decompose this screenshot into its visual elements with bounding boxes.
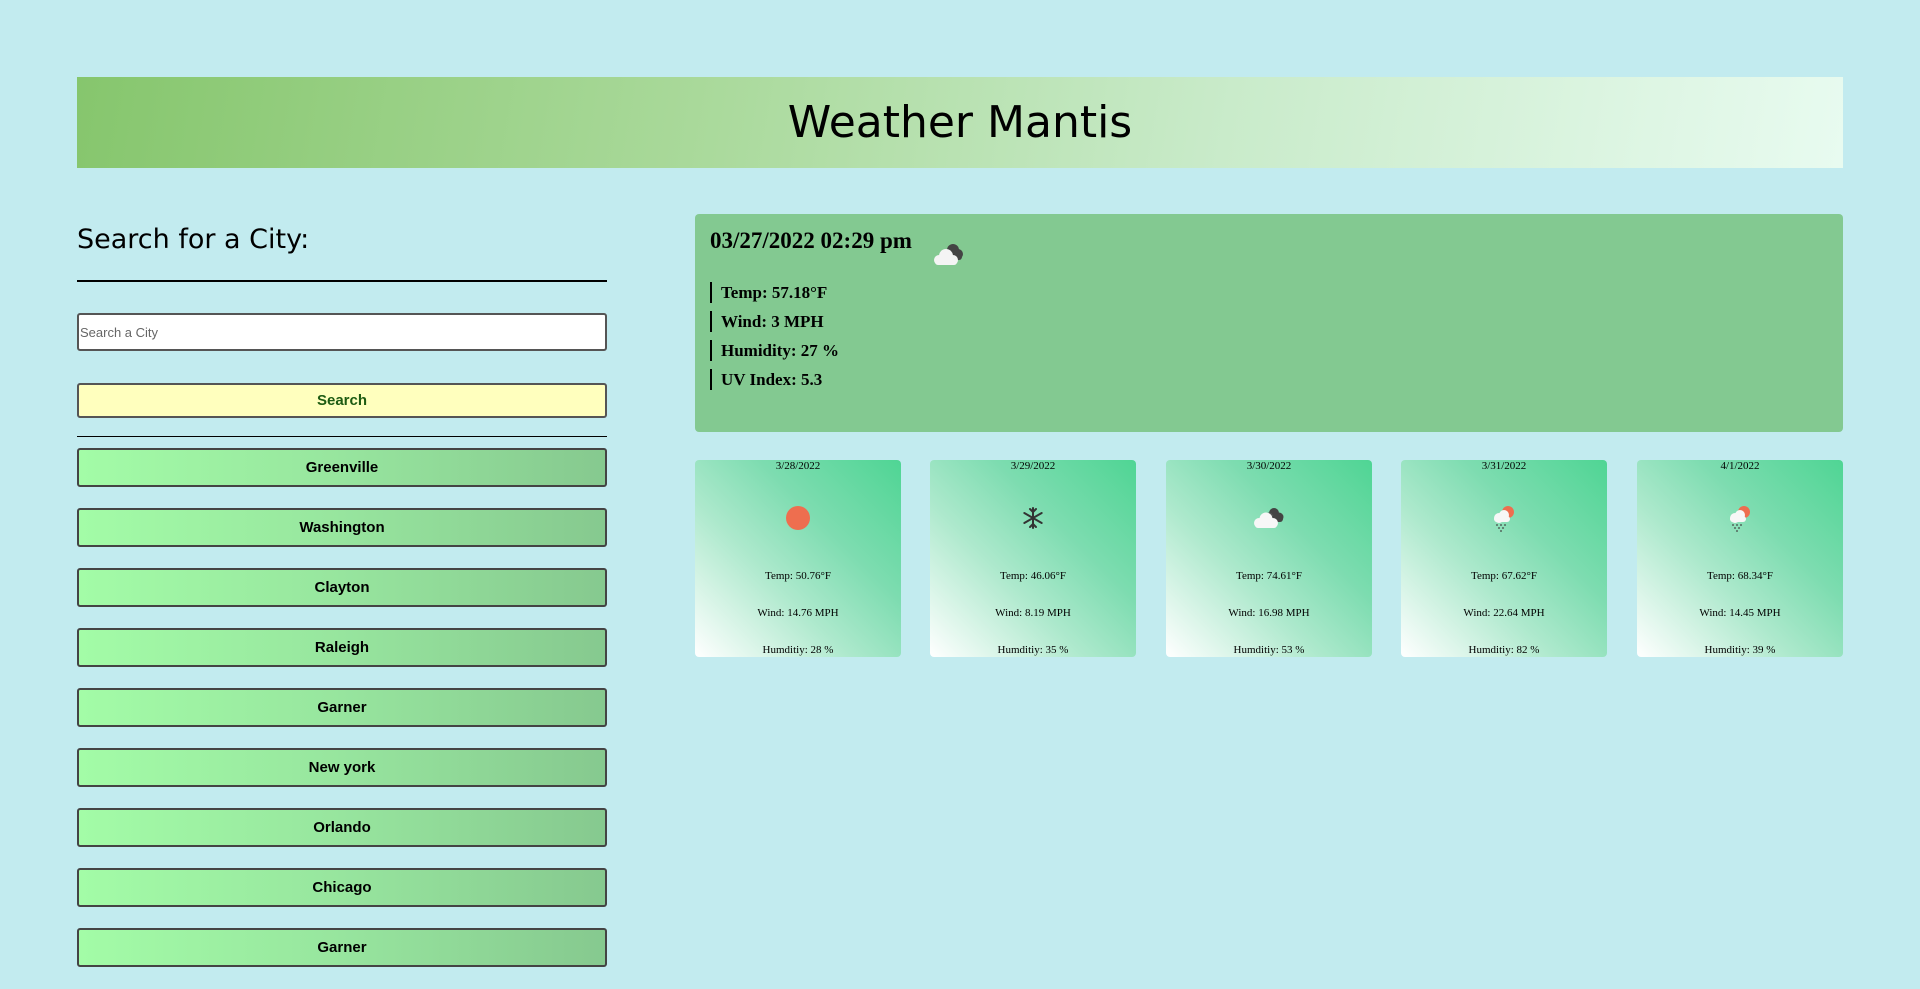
search-history-list: Greenville Washington Clayton Raleigh Ga… [77,448,607,967]
forecast-row: 3/28/2022 Temp: 50.76°F Wind: 14.76 MPH … [695,460,1843,658]
forecast-wind: Wind: 14.76 MPH [757,607,839,619]
history-city-button[interactable]: Garner [77,928,607,967]
forecast-date: 3/30/2022 [1246,460,1292,472]
forecast-date: 3/29/2022 [1010,460,1056,472]
current-wind: Wind: 3 MPH [710,311,839,332]
page-title: Weather Mantis [787,97,1133,148]
history-city-button[interactable]: Chicago [77,868,607,907]
forecast-temp: Temp: 74.61°F [1236,570,1302,582]
sun-icon [783,503,813,533]
page-header: Weather Mantis [77,77,1843,168]
forecast-card: 3/31/2022 Temp: 67.62°F Wind: 22.64 MPH … [1401,460,1607,657]
forecast-card: 3/29/2022 Temp: 46.06°F Wind: 8.19 MPH H… [930,460,1136,657]
cloud-icon [1250,503,1288,533]
forecast-wind: Wind: 16.98 MPH [1228,607,1310,619]
history-city-button[interactable]: Orlando [77,808,607,847]
forecast-humidity: Humditiy: 35 % [997,644,1069,656]
current-weather-card: 03/27/2022 02:29 pm Temp: 57.18°F Wind: … [695,214,1843,432]
forecast-date: 3/31/2022 [1481,460,1527,472]
history-city-button[interactable]: Garner [77,688,607,727]
forecast-humidity: Humditiy: 53 % [1233,644,1305,656]
history-city-button[interactable]: Greenville [77,448,607,487]
snowflake-icon [1018,503,1048,533]
forecast-wind: Wind: 14.45 MPH [1699,607,1781,619]
forecast-temp: Temp: 68.34°F [1707,570,1773,582]
search-heading: Search for a City: [77,224,310,255]
forecast-temp: Temp: 50.76°F [765,570,831,582]
history-city-button[interactable]: Washington [77,508,607,547]
forecast-temp: Temp: 46.06°F [1000,570,1066,582]
forecast-humidity: Humditiy: 82 % [1468,644,1540,656]
sun-rain-icon [1725,503,1755,533]
sun-rain-icon [1489,503,1519,533]
current-uv-index: UV Index: 5.3 [710,369,839,390]
cloud-icon [928,234,968,274]
forecast-date: 3/28/2022 [775,460,821,472]
history-city-button[interactable]: Raleigh [77,628,607,667]
search-panel: Search for a City: Search Greenville Was… [77,214,607,988]
current-stats: Temp: 57.18°F Wind: 3 MPH Humidity: 27 %… [710,282,839,398]
forecast-wind: Wind: 22.64 MPH [1463,607,1545,619]
current-humidity: Humidity: 27 % [710,340,839,361]
forecast-card: 4/1/2022 Temp: 68.34°F Wind: 14.45 MPH H… [1637,460,1843,657]
search-input[interactable] [77,313,607,351]
divider [77,280,607,282]
history-city-button[interactable]: New york [77,748,607,787]
current-temp: Temp: 57.18°F [710,282,839,303]
forecast-humidity: Humditiy: 28 % [762,644,834,656]
history-city-button[interactable]: Clayton [77,568,607,607]
forecast-date: 4/1/2022 [1720,460,1760,472]
forecast-temp: Temp: 67.62°F [1471,570,1537,582]
forecast-card: 3/28/2022 Temp: 50.76°F Wind: 14.76 MPH … [695,460,901,657]
forecast-card: 3/30/2022 Temp: 74.61°F Wind: 16.98 MPH … [1166,460,1372,657]
forecast-humidity: Humditiy: 39 % [1704,644,1776,656]
divider [77,436,607,437]
current-datetime: 03/27/2022 02:29 pm [710,228,912,253]
search-button[interactable]: Search [77,383,607,418]
forecast-wind: Wind: 8.19 MPH [995,607,1071,619]
